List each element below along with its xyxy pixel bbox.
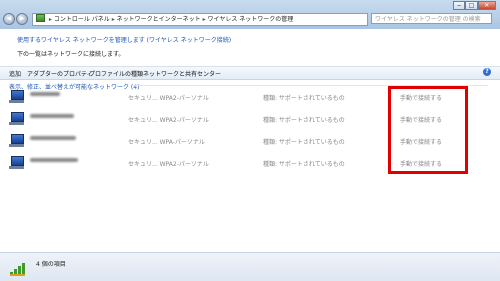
- back-button[interactable]: ◀: [3, 13, 15, 25]
- wireless-network-icon: [9, 134, 25, 148]
- wireless-network-icon: [9, 156, 25, 170]
- command-toolbar: 追加 アダプターのプロパティ プロファイルの種類 ネットワークと共有センター ?: [0, 66, 500, 80]
- profile-type-button[interactable]: プロファイルの種類: [89, 69, 143, 78]
- adapter-properties-button[interactable]: アダプターのプロパティ: [27, 69, 93, 78]
- network-folder-icon: [36, 14, 45, 22]
- security-label: セキュリ... WPA2-パーソナル: [128, 161, 209, 168]
- security-label: セキュリ... WPA-パーソナル: [128, 139, 205, 146]
- breadcrumb-separator: ▸: [111, 16, 115, 23]
- type-label: 種類: サポートされているもの: [263, 117, 345, 124]
- network-name-redacted: [30, 136, 76, 140]
- forward-button[interactable]: ▶: [16, 13, 28, 25]
- network-sharing-center-button[interactable]: ネットワークと共有センター: [143, 69, 221, 78]
- wireless-signal-icon: [10, 260, 26, 276]
- breadcrumb-separator: ▸: [48, 16, 52, 23]
- status-bar: 4 個の項目: [0, 252, 500, 281]
- breadcrumb-control-panel[interactable]: コントロール パネル: [54, 16, 110, 23]
- network-name-redacted: [30, 92, 60, 96]
- network-name-redacted: [30, 114, 74, 118]
- security-label: セキュリ... WPA2-パーソナル: [128, 95, 209, 102]
- wireless-network-icon: [9, 112, 25, 126]
- connect-mode-highlight-box: [388, 86, 468, 174]
- page-title: 使用するワイヤレス ネットワークを管理します (ワイヤレス ネットワーク接続): [17, 37, 232, 44]
- breadcrumb-separator: ▸: [202, 16, 206, 23]
- security-label: セキュリ... WPA2-パーソナル: [128, 117, 209, 124]
- window-controls: − □ ✕: [453, 1, 496, 10]
- window-chrome: − □ ✕ ◀ ▶ ▸ コントロール パネル ▸ ネットワークとインターネット …: [0, 0, 500, 29]
- maximize-button[interactable]: □: [465, 1, 478, 10]
- add-button[interactable]: 追加: [9, 69, 21, 78]
- type-label: 種類: サポートされているもの: [263, 161, 345, 168]
- breadcrumb-manage-wireless[interactable]: ワイヤレス ネットワークの管理: [208, 16, 294, 23]
- page-subtext: 下の一覧はネットワークに接続します。: [17, 51, 125, 58]
- type-label: 種類: サポートされているもの: [263, 139, 345, 146]
- help-icon[interactable]: ?: [483, 68, 491, 76]
- minimize-button[interactable]: −: [453, 1, 466, 10]
- wireless-network-icon: [9, 90, 25, 104]
- breadcrumb-network-internet[interactable]: ネットワークとインターネット: [117, 16, 201, 23]
- item-count: 4 個の項目: [36, 261, 66, 268]
- window: − □ ✕ ◀ ▶ ▸ コントロール パネル ▸ ネットワークとインターネット …: [0, 0, 500, 281]
- search-input[interactable]: ワイヤレス ネットワークの管理 の検索: [371, 13, 492, 24]
- network-name-redacted: [30, 158, 78, 162]
- close-button[interactable]: ✕: [477, 1, 496, 10]
- address-bar[interactable]: ▸ コントロール パネル ▸ ネットワークとインターネット ▸ ワイヤレス ネッ…: [32, 13, 368, 26]
- type-label: 種類: サポートされているもの: [263, 95, 345, 102]
